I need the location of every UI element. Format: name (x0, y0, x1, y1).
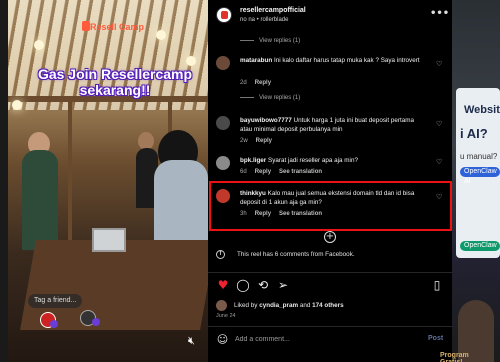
avatar[interactable] (216, 156, 230, 170)
more-icon[interactable]: ••• (430, 8, 449, 19)
tag-friends-button[interactable]: Tag a friend... (28, 294, 83, 308)
backdrop-text-1: Websit (464, 104, 500, 116)
likes-others[interactable]: 174 others (312, 302, 344, 309)
comment-icon[interactable]: ◯ (236, 278, 250, 292)
see-translation-button[interactable]: See translation (279, 169, 322, 175)
reply-button[interactable]: Reply (255, 80, 271, 86)
comment-input[interactable] (235, 333, 415, 346)
promo-text: Gas Join Resellercamp sekarang!! (30, 66, 200, 98)
dash-divider (240, 39, 254, 41)
backdrop-text-3: u manual? (460, 152, 498, 161)
comment-text: bayuwibowo7777 Untuk harga 1 juta ini bu… (240, 116, 426, 134)
avatar[interactable] (216, 116, 230, 130)
video-person (22, 150, 58, 250)
audio-subtitle[interactable]: no na • rollerblade (240, 17, 288, 23)
comment-body: Ini kalo daftar harus tatap muka kak ? S… (273, 57, 420, 64)
video-lamp (186, 56, 196, 66)
author-avatar[interactable] (216, 7, 232, 23)
load-more-comments-icon[interactable]: + (324, 231, 336, 243)
comment-age: 2d (240, 80, 247, 86)
view-replies-button[interactable]: View replies (1) (240, 95, 300, 101)
comment-meta: 2w Reply (240, 138, 280, 144)
divider (208, 272, 452, 273)
tagged-badge-2 (92, 318, 100, 326)
share-icon[interactable]: ➢ (276, 278, 290, 292)
comment-age: 6d (240, 169, 247, 175)
view-replies-label: View replies (1) (259, 38, 301, 44)
backdrop-text-2: i AI? (460, 126, 488, 141)
video-lamp (156, 30, 166, 40)
like-comment-icon[interactable]: ♡ (436, 158, 444, 166)
brand-logo-icon (82, 21, 90, 31)
video-lamp (34, 40, 44, 50)
like-comment-icon[interactable]: ♡ (436, 60, 444, 68)
promo-line-2: sekarang!! (79, 82, 151, 98)
likes-prefix: Liked by (234, 302, 258, 309)
avatar[interactable] (216, 300, 227, 311)
likes-text[interactable]: Liked by cyndia_pram and 174 others (234, 302, 344, 309)
post-button[interactable]: Post (428, 335, 443, 342)
divider (208, 326, 452, 327)
comment-username[interactable]: bayuwibowo7777 (240, 117, 292, 124)
view-replies-button[interactable]: View replies (1) (240, 38, 300, 44)
facebook-note-text: This reel has 6 comments from Facebook. (237, 251, 355, 258)
reply-button[interactable]: Reply (255, 169, 271, 175)
view-replies-label: View replies (1) (259, 95, 301, 101)
comment-text: matarabun Ini kalo daftar harus tatap mu… (240, 56, 426, 65)
promo-line-1: Gas Join Resellercamp (37, 66, 193, 82)
backdrop-chip-2: OpenClaw (460, 241, 500, 251)
like-comment-icon[interactable]: ♡ (436, 120, 444, 128)
comment-username[interactable]: bpk.liger (240, 157, 266, 164)
reel-video[interactable]: Resell Camp Gas Join Resellercamp sekara… (8, 0, 208, 362)
backdrop-left (0, 0, 8, 362)
emoji-icon[interactable]: ☺ (216, 333, 229, 346)
brand-logo: Resell Camp (90, 22, 145, 32)
likes-user[interactable]: cyndia_pram (259, 302, 298, 309)
highlight-box (209, 181, 452, 231)
comment-meta: 2d Reply (240, 80, 279, 86)
save-bookmark-icon[interactable]: ▯ (430, 278, 444, 292)
like-heart-icon[interactable]: ♥ (216, 278, 230, 292)
video-beam (68, 100, 72, 240)
comment-meta: 6d Reply See translation (240, 169, 330, 175)
tagged-badge-1 (50, 320, 58, 328)
bottom-peek-text: Program Gratis! (440, 352, 469, 362)
remix-icon[interactable]: ⟲ (256, 278, 270, 292)
action-bar: ♥ ◯ ⟲ ➢ ▯ (208, 278, 452, 298)
dash-divider (240, 96, 254, 98)
post-date: June 24 (216, 313, 236, 319)
post-header: resellercampofficial no na • rollerblade… (208, 0, 452, 30)
mute-icon[interactable]: 🔇︎ (188, 334, 202, 348)
comment-text: bpk.liger Syarat jadi reseller apa aja m… (240, 156, 426, 165)
author-username[interactable]: resellercampofficial (240, 7, 306, 14)
likes-connector: and (299, 302, 311, 309)
backdrop-chip-1: OpenClaw AI (460, 167, 500, 185)
avatar[interactable] (216, 56, 230, 70)
comment-username[interactable]: matarabun (240, 57, 272, 64)
reply-button[interactable]: Reply (256, 138, 272, 144)
comment-body: Syarat jadi reseller apa aja min? (268, 157, 358, 164)
comment-age: 2w (240, 138, 248, 144)
video-laptop (92, 228, 126, 252)
facebook-icon: f (216, 250, 225, 259)
video-lamp (12, 100, 22, 110)
